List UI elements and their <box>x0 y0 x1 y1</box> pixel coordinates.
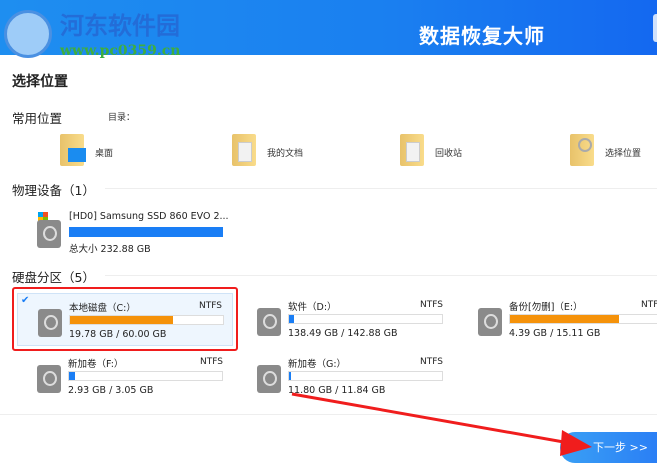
red-arrow-annotation <box>291 392 592 456</box>
